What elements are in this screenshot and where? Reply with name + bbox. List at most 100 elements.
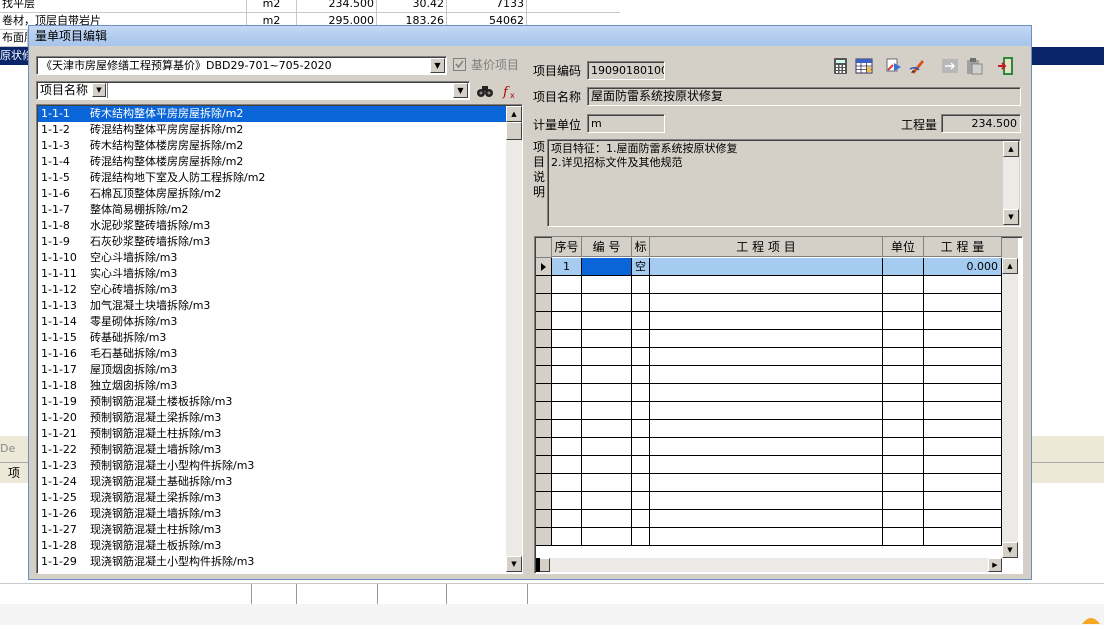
quota-list-item[interactable]: 1-1-18 独立烟囱拆除/m3 bbox=[38, 378, 506, 394]
quota-list-item[interactable]: 1-1-22 预制钢筋混凝土墙拆除/m3 bbox=[38, 442, 506, 458]
grid-cell-seq[interactable] bbox=[552, 294, 582, 312]
grid-cell-unit[interactable] bbox=[883, 384, 924, 402]
quota-list-item[interactable]: 1-1-17 屋顶烟囱拆除/m3 bbox=[38, 362, 506, 378]
quota-list-item[interactable]: 1-1-26 现浇钢筋混凝土墙拆除/m3 bbox=[38, 506, 506, 522]
quota-list-item[interactable]: 1-1-27 现浇钢筋混凝土柱拆除/m3 bbox=[38, 522, 506, 538]
grid-cell-name[interactable] bbox=[650, 312, 883, 330]
quota-list-item[interactable]: 1-1-1 砖木结构整体平房房屋拆除/m2 bbox=[38, 106, 506, 122]
grid-cell-flag[interactable] bbox=[632, 366, 650, 384]
grid-row-indicator[interactable] bbox=[536, 492, 552, 510]
grid-cell-unit[interactable] bbox=[883, 294, 924, 312]
quota-list-item[interactable]: 1-1-13 加气混凝土块墙拆除/m3 bbox=[38, 298, 506, 314]
grid-cell-name[interactable] bbox=[650, 294, 883, 312]
grid-cell-unit[interactable] bbox=[883, 348, 924, 366]
grid-cell-name[interactable] bbox=[650, 492, 883, 510]
scroll-up-icon[interactable]: ▲ bbox=[506, 106, 522, 122]
grid-cell-name[interactable] bbox=[650, 258, 883, 276]
grid-cell-qty[interactable] bbox=[924, 510, 1002, 528]
grid-cell-unit[interactable] bbox=[883, 366, 924, 384]
grid-vscrollbar[interactable]: ▲ ▼ bbox=[1002, 258, 1018, 558]
grid-cell-flag[interactable] bbox=[632, 402, 650, 420]
quota-list-item[interactable]: 1-1-5 砖混结构地下室及人防工程拆除/m2 bbox=[38, 170, 506, 186]
grid-cell-flag[interactable] bbox=[632, 528, 650, 546]
grid-cell-code[interactable] bbox=[582, 510, 632, 528]
quota-list-item[interactable]: 1-1-8 水泥砂浆整砖墙拆除/m3 bbox=[38, 218, 506, 234]
grid-row-indicator[interactable] bbox=[536, 474, 552, 492]
grid-cell-code[interactable] bbox=[582, 474, 632, 492]
grid-row-indicator[interactable] bbox=[536, 510, 552, 528]
quota-library-select[interactable]: 《天津市房屋修缮工程预算基价》DBD29-701~705-2020 ▼ bbox=[36, 56, 447, 75]
item-code-field[interactable]: 190901801001 bbox=[587, 61, 665, 80]
grid-cell-name[interactable] bbox=[650, 276, 883, 294]
quota-list-item[interactable]: 1-1-9 石灰砂浆整砖墙拆除/m3 bbox=[38, 234, 506, 250]
quota-list-item[interactable]: 1-1-20 预制钢筋混凝土梁拆除/m3 bbox=[38, 410, 506, 426]
grid-cell-name[interactable] bbox=[650, 348, 883, 366]
find-binoculars-icon[interactable] bbox=[476, 82, 494, 100]
grid-row-indicator[interactable] bbox=[536, 348, 552, 366]
grid-cell-flag[interactable] bbox=[632, 420, 650, 438]
quota-list-item[interactable]: 1-1-21 预制钢筋混凝土柱拆除/m3 bbox=[38, 426, 506, 442]
grid-row-indicator[interactable] bbox=[536, 402, 552, 420]
grid-cell-unit[interactable] bbox=[883, 438, 924, 456]
quota-list-scrollbar[interactable]: ▲ ▼ bbox=[506, 106, 522, 572]
grid-cell-name[interactable] bbox=[650, 384, 883, 402]
grid-row-indicator[interactable] bbox=[536, 294, 552, 312]
grid-cell-name[interactable] bbox=[650, 474, 883, 492]
grid-cell-unit[interactable] bbox=[883, 276, 924, 294]
chevron-down-icon[interactable]: ▼ bbox=[453, 83, 468, 98]
grid-cell-name[interactable] bbox=[650, 438, 883, 456]
grid-cell-seq[interactable] bbox=[552, 528, 582, 546]
quota-list-item[interactable]: 1-1-19 预制钢筋混凝土楼板拆除/m3 bbox=[38, 394, 506, 410]
grid-cell-seq[interactable] bbox=[552, 276, 582, 294]
grid-cell-flag[interactable] bbox=[632, 510, 650, 528]
grid-cell-code[interactable] bbox=[582, 438, 632, 456]
grid-row-indicator[interactable] bbox=[536, 276, 552, 294]
grid-cell-qty[interactable] bbox=[924, 312, 1002, 330]
grid-cell-flag[interactable] bbox=[632, 474, 650, 492]
grid-cell-code[interactable] bbox=[582, 456, 632, 474]
grid-cell-unit[interactable] bbox=[883, 330, 924, 348]
base-item-checkbox[interactable] bbox=[453, 58, 466, 71]
quota-list-item[interactable]: 1-1-16 毛石基础拆除/m3 bbox=[38, 346, 506, 362]
insert-row-icon[interactable] bbox=[941, 57, 959, 75]
grid-row-indicator[interactable] bbox=[536, 420, 552, 438]
grid-row-indicator[interactable] bbox=[536, 258, 552, 276]
grid-header-seq[interactable]: 序号 bbox=[552, 237, 582, 257]
quota-list-item[interactable]: 1-1-24 现浇钢筋混凝土基础拆除/m3 bbox=[38, 474, 506, 490]
chevron-down-icon[interactable]: ▼ bbox=[92, 83, 106, 97]
quota-list-item[interactable]: 1-1-14 零星砌体拆除/m3 bbox=[38, 314, 506, 330]
grid-cell-flag[interactable] bbox=[632, 492, 650, 510]
grid-cell-code[interactable] bbox=[582, 348, 632, 366]
grid-row-indicator[interactable] bbox=[536, 366, 552, 384]
quota-list-item[interactable]: 1-1-4 砖混结构整体楼房房屋拆除/m2 bbox=[38, 154, 506, 170]
grid-cell-qty[interactable] bbox=[924, 384, 1002, 402]
grid-cell-name[interactable] bbox=[650, 366, 883, 384]
quota-list-item[interactable]: 1-1-2 砖混结构整体平房房屋拆除/m2 bbox=[38, 122, 506, 138]
grid-row-indicator[interactable] bbox=[536, 528, 552, 546]
function-fx-icon[interactable]: fx bbox=[501, 82, 519, 100]
grid-cell-code[interactable] bbox=[582, 276, 632, 294]
exit-door-icon[interactable] bbox=[997, 56, 1015, 76]
grid-cell-code[interactable] bbox=[582, 312, 632, 330]
grid-cell-qty[interactable] bbox=[924, 330, 1002, 348]
quota-list[interactable]: 1-1-1 砖木结构整体平房房屋拆除/m2 1-1-2 砖混结构整体平房房屋拆除/m2… bbox=[36, 104, 523, 574]
quota-list-item[interactable]: 1-1-3 砖木结构整体楼房房屋拆除/m2 bbox=[38, 138, 506, 154]
scroll-down-icon[interactable]: ▼ bbox=[506, 556, 522, 572]
grid-cell-flag[interactable] bbox=[632, 312, 650, 330]
scroll-down-icon[interactable]: ▼ bbox=[1003, 209, 1019, 225]
grid-cell-seq[interactable] bbox=[552, 402, 582, 420]
grid-cell-qty[interactable]: 0.000 bbox=[924, 258, 1002, 276]
grid-header-qty[interactable]: 工 程 量 bbox=[924, 237, 1002, 257]
grid-cell-flag[interactable] bbox=[632, 330, 650, 348]
grid-cell-seq[interactable] bbox=[552, 474, 582, 492]
grid-cell-code[interactable] bbox=[582, 294, 632, 312]
grid-cell-seq[interactable] bbox=[552, 510, 582, 528]
grid-cell-code[interactable] bbox=[582, 384, 632, 402]
quota-list-item[interactable]: 1-1-15 砖基础拆除/m3 bbox=[38, 330, 506, 346]
grid-cell-flag[interactable] bbox=[632, 294, 650, 312]
grid-cell-flag[interactable] bbox=[632, 438, 650, 456]
grid-cell-seq[interactable] bbox=[552, 330, 582, 348]
grid-cell-flag[interactable] bbox=[632, 456, 650, 474]
grid-row-indicator[interactable] bbox=[536, 384, 552, 402]
grid-row-indicator[interactable] bbox=[536, 438, 552, 456]
